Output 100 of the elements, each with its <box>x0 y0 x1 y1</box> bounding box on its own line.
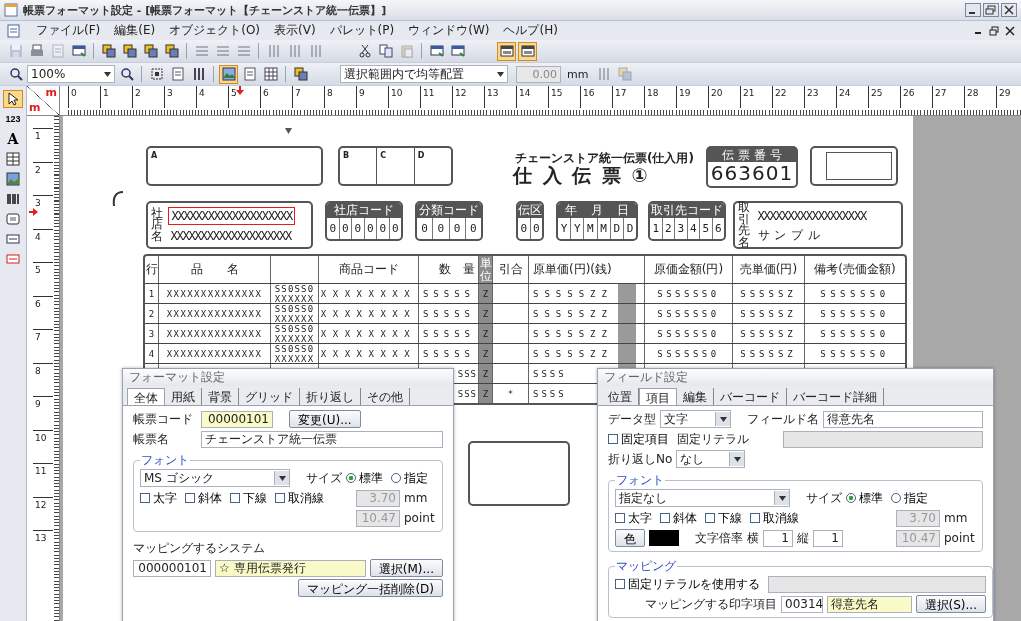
checkbox[interactable]: 斜体 <box>660 509 701 527</box>
input-field[interactable]: 00314 <box>781 595 823 613</box>
tab[interactable]: 全体 <box>127 388 165 405</box>
stacked-squares-icon <box>122 44 137 58</box>
box-label: 年 <box>565 203 577 218</box>
digit-field: 0 <box>417 218 434 239</box>
font-dropdown[interactable]: 指定なし <box>615 489 790 507</box>
radio-button[interactable]: 標準 <box>346 469 387 487</box>
picture-button[interactable] <box>219 64 238 84</box>
checkbox[interactable]: 下線 <box>705 509 746 527</box>
minimize-icon[interactable] <box>965 3 981 17</box>
panel-button[interactable] <box>518 41 537 61</box>
menu-item[interactable]: オブジェクト(O) <box>169 22 261 39</box>
checkbox[interactable]: 太字 <box>615 509 656 527</box>
input-field[interactable]: 1 <box>813 529 843 547</box>
dropdown[interactable]: 100% <box>27 65 115 83</box>
field-label: 折り返しNo <box>608 450 673 468</box>
tab[interactable]: 項目 <box>639 388 677 405</box>
form-field[interactable]: サ ン プ ル <box>754 226 869 243</box>
grid-button[interactable] <box>261 64 280 84</box>
form-field[interactable]: XXXXXXXXXXXXXXXXXXXX <box>167 206 295 225</box>
checkbox[interactable]: 取消線 <box>275 489 328 507</box>
input-field[interactable]: チェーンストア統一伝票 <box>201 430 443 448</box>
panel-button[interactable] <box>497 41 516 61</box>
digit-field: Y <box>571 218 585 239</box>
document-icon <box>50 44 65 58</box>
table-tool[interactable] <box>3 150 23 168</box>
copy-button[interactable] <box>376 41 395 61</box>
change-button[interactable]: 変更(U)... <box>289 410 361 428</box>
vertical-bars-icon <box>596 67 611 81</box>
wrap-dropdown[interactable]: なし <box>676 450 746 468</box>
menu-item[interactable]: ヘルプ(H) <box>503 22 558 39</box>
color-button[interactable]: 色 <box>615 529 645 547</box>
menu-item[interactable]: ウィンドウ(W) <box>408 22 490 39</box>
field-label: 固定リテラル <box>677 430 749 448</box>
frame-tool[interactable] <box>3 210 23 228</box>
tab[interactable]: 編集 <box>677 388 714 405</box>
caret-icon <box>719 416 727 422</box>
digit-field: 0 <box>465 218 481 239</box>
input-field[interactable]: ☆ 専用伝票発行 <box>215 559 366 577</box>
ruler-number: 10 <box>390 88 403 98</box>
table-cell: XXXXXXXX <box>320 288 417 299</box>
stacked-squares-button[interactable] <box>141 41 160 61</box>
close-icon[interactable] <box>1005 25 1015 36</box>
select-button[interactable]: 選択(S)... <box>915 595 986 613</box>
picture-tool[interactable] <box>3 170 23 188</box>
radio-button[interactable]: 標準 <box>846 489 887 507</box>
number-tool[interactable]: 123 <box>3 110 23 128</box>
stacked-squares-button[interactable] <box>99 41 118 61</box>
checkbox[interactable]: 太字 <box>140 489 181 507</box>
menu-item[interactable]: パレット(P) <box>329 22 395 39</box>
ruler-number: 5 <box>230 88 237 98</box>
stacked-squares-button[interactable] <box>291 64 310 84</box>
pointer-tool[interactable] <box>3 90 23 108</box>
select-button[interactable]: 選択(M)... <box>369 559 443 577</box>
input-field[interactable]: 00000101 <box>201 410 273 428</box>
tab[interactable]: 折り返し <box>300 388 361 405</box>
delete-mapping-button[interactable]: マッピング一括削除(D) <box>298 579 443 597</box>
group-label: マッピング <box>615 558 677 575</box>
copy-icon <box>378 44 393 58</box>
field-icon <box>6 232 20 246</box>
text-tool[interactable]: A <box>3 130 23 148</box>
checkbox[interactable]: 斜体 <box>185 489 226 507</box>
restore-icon[interactable] <box>983 3 999 17</box>
stacked-squares-button[interactable] <box>120 41 139 61</box>
box-label: 月 <box>591 203 603 218</box>
radio-button[interactable]: 指定 <box>891 489 932 507</box>
table-cell: Z <box>482 328 489 339</box>
font-dropdown[interactable]: MS ゴシック <box>140 469 290 487</box>
restore-icon[interactable] <box>989 25 999 36</box>
dropdown[interactable]: 選択範囲内で均等配置 <box>340 65 508 83</box>
input-field[interactable]: 000000101 <box>133 559 211 577</box>
tab[interactable]: その他 <box>361 388 410 405</box>
tab[interactable]: バーコード <box>714 388 787 405</box>
checkbox[interactable]: 取消線 <box>750 509 803 527</box>
input-field[interactable]: 得意先名 <box>823 410 983 428</box>
checkbox[interactable]: 固定リテラルを使用する <box>615 575 764 593</box>
tab[interactable]: バーコード詳細 <box>787 388 884 405</box>
input-field[interactable]: 1 <box>763 529 793 547</box>
input-field[interactable]: 得意先名 <box>827 595 912 613</box>
menu-item[interactable]: 表示(V) <box>274 22 316 39</box>
form-field[interactable]: XXXXXXXXXXXXXXXXXX <box>754 207 869 224</box>
checkbox[interactable]: 固定項目 <box>608 430 673 448</box>
menu-item[interactable]: ファイル(F) <box>36 22 101 39</box>
dialog-title: フィールド設定 <box>598 369 993 386</box>
checkbox[interactable]: 下線 <box>230 489 271 507</box>
menu-item[interactable]: 編集(E) <box>114 22 156 39</box>
ruler-number: 17 <box>614 88 627 98</box>
data-type-dropdown[interactable]: 文字 <box>660 410 731 428</box>
unit-label: mm <box>567 67 589 81</box>
tab[interactable]: グリッド <box>239 388 300 405</box>
stacked-squares-button[interactable] <box>162 41 181 61</box>
radio-button[interactable]: 指定 <box>391 469 432 487</box>
tab[interactable]: 用紙 <box>165 388 202 405</box>
close-icon[interactable] <box>1001 3 1017 17</box>
form-field[interactable]: XXXXXXXXXXXXXXXXXXXX <box>167 227 295 244</box>
tab[interactable]: 背景 <box>202 388 239 405</box>
digit-field: 0 <box>389 218 401 239</box>
unit-label: mm <box>944 511 969 525</box>
column-header: 行 <box>145 261 158 278</box>
